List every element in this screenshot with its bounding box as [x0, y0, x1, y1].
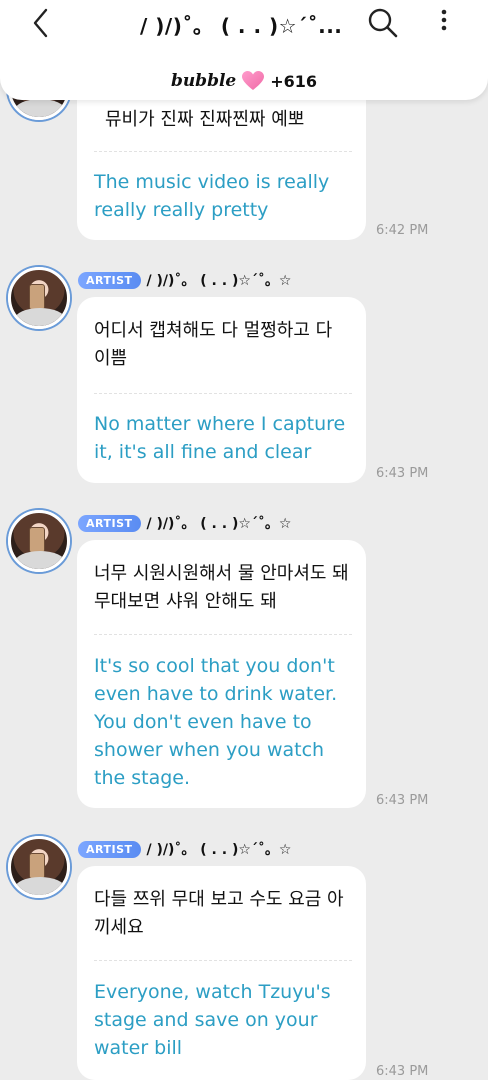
- sender-name[interactable]: / )/)˚。 ( . . )☆´˚。☆: [147, 270, 292, 290]
- message-bubble[interactable]: 다들 쯔위 무대 보고 수도 요금 아끼세요 Everyone, watch T…: [77, 866, 366, 1080]
- avatar[interactable]: [8, 836, 70, 898]
- bubble-count: +616: [270, 71, 318, 91]
- search-icon: [368, 8, 398, 38]
- message-korean-text: 다들 쯔위 무대 보고 수도 요금 아끼세요: [94, 889, 344, 938]
- artist-badge: ARTIST: [78, 271, 141, 289]
- sender-name[interactable]: / )/)˚。 ( . . )☆´˚。☆: [147, 839, 292, 859]
- message-translation-text: Everyone, watch Tzuyu's stage and save o…: [94, 981, 331, 1059]
- artist-badge: ARTIST: [78, 840, 141, 858]
- sender-name[interactable]: / )/)˚。 ( . . )☆´˚。☆: [147, 513, 292, 533]
- message-korean-text: 어디서 캡쳐해도 다 멀쩡하고 다 이쁨: [94, 320, 333, 369]
- bubble-logo: bubble: [170, 71, 237, 91]
- chat-header: / )/)˚。 ( . . )☆´˚... bubble +616: [0, 0, 488, 100]
- search-button[interactable]: [366, 6, 400, 40]
- bubble-status-bar[interactable]: bubble +616: [0, 66, 488, 96]
- artist-badge: ARTIST: [78, 514, 141, 532]
- message-translation-text: The music video is really really really …: [94, 171, 330, 221]
- message-divider: [94, 151, 352, 152]
- more-vertical-icon: [441, 9, 447, 31]
- message-translation-text: It's so cool that you don't even have to…: [94, 655, 338, 789]
- message-bubble[interactable]: 어디서 캡쳐해도 다 멀쩡하고 다 이쁨 No matter where I c…: [77, 297, 366, 483]
- message-timestamp: 6:43 PM: [376, 793, 429, 808]
- sender-row: ARTIST / )/)˚。 ( . . )☆´˚。☆: [78, 270, 291, 290]
- chat-title: / )/)˚。 ( . . )☆´˚...: [140, 14, 343, 38]
- sender-row: ARTIST / )/)˚。 ( . . )☆´˚。☆: [78, 839, 291, 859]
- avatar[interactable]: [8, 510, 70, 572]
- message-korean-text: 뮤비가 진짜 진짜찐짜 예뽀: [105, 109, 305, 130]
- message-translation-text: No matter where I capture it, it's all f…: [94, 413, 346, 463]
- message-divider: [94, 634, 352, 635]
- message-bubble[interactable]: 너무 시원시원해서 물 안마셔도 돼 무대보면 샤워 안해도 돼 It's so…: [77, 540, 366, 808]
- message-divider: [94, 393, 352, 394]
- message-timestamp: 6:43 PM: [376, 466, 429, 481]
- more-options-button[interactable]: [432, 6, 456, 40]
- heart-icon: [242, 71, 265, 90]
- chevron-left-icon: [33, 8, 48, 38]
- avatar[interactable]: [8, 267, 70, 329]
- message-divider: [94, 960, 352, 961]
- sender-row: ARTIST / )/)˚。 ( . . )☆´˚。☆: [78, 513, 291, 533]
- message-korean-text: 너무 시원시원해서 물 안마셔도 돼 무대보면 샤워 안해도 돼: [94, 563, 349, 612]
- message-timestamp: 6:43 PM: [376, 1064, 429, 1079]
- message-timestamp: 6:42 PM: [376, 223, 429, 238]
- back-button[interactable]: [28, 6, 58, 40]
